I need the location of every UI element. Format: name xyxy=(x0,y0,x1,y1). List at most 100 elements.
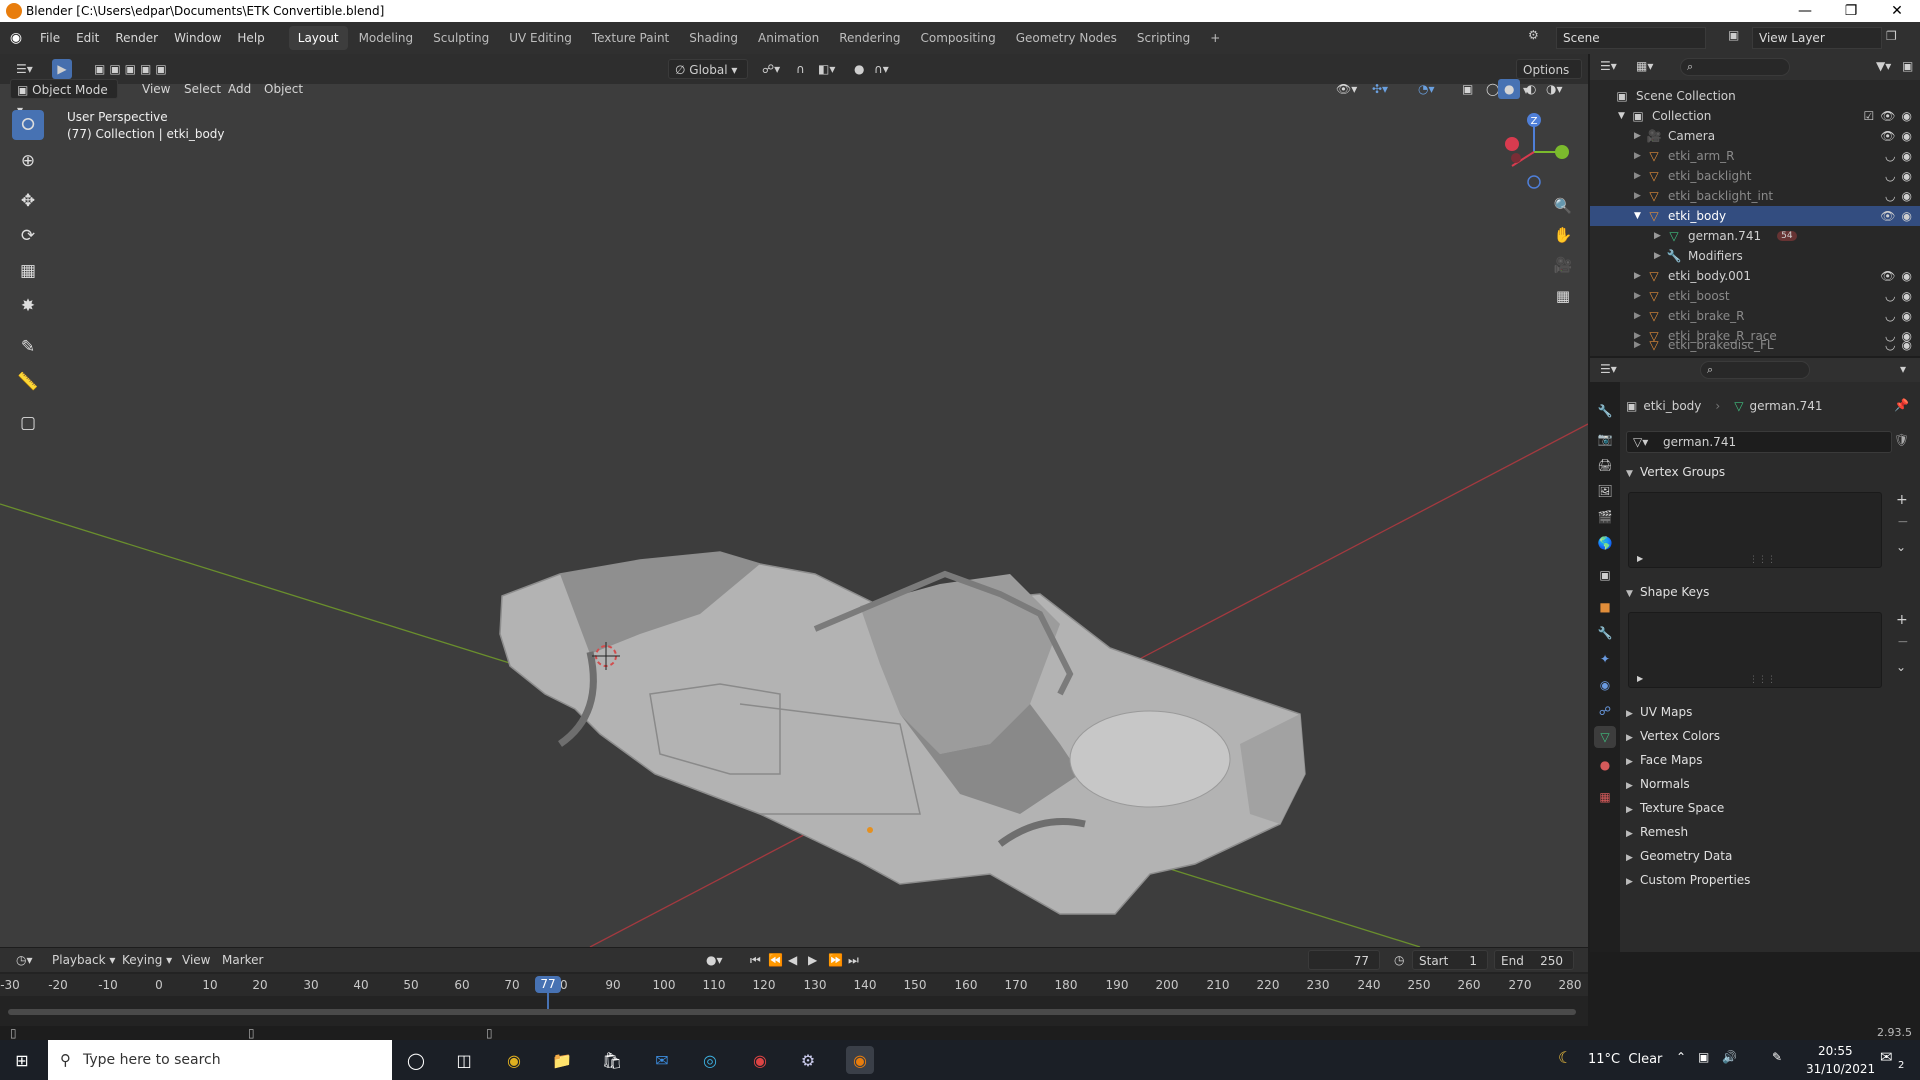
steam-icon[interactable]: ⚙ xyxy=(794,1046,822,1074)
mail-icon[interactable]: ✉ xyxy=(648,1046,676,1074)
row-visibility[interactable]: ◡ ◉ xyxy=(1885,338,1912,352)
scene-type-icon[interactable]: ⚙ xyxy=(1528,28,1539,42)
camera-icon[interactable]: ◉ xyxy=(1902,309,1912,323)
timeline-menu-playback[interactable]: Playback ▾ xyxy=(46,950,121,970)
filter-icon[interactable]: ▼▾ xyxy=(1876,59,1891,73)
properties-search-input[interactable]: ⌕ xyxy=(1700,361,1810,379)
menu-help[interactable]: Help xyxy=(229,22,272,54)
object-tab-icon[interactable]: ■ xyxy=(1594,596,1616,618)
network-tray-icon[interactable]: ▣ xyxy=(1698,1050,1709,1064)
playhead-frame-badge[interactable]: 77 xyxy=(535,976,561,993)
list-resize-handle[interactable]: ⋮⋮⋮ xyxy=(1749,675,1776,685)
transform-orientation-dropdown[interactable]: ∅ Global ▾ xyxy=(668,59,748,79)
pin-icon[interactable]: 📌 xyxy=(1894,398,1909,412)
rendered-shading-icon[interactable]: ◑▾ xyxy=(1540,79,1569,99)
outliner-row-modifiers[interactable]: ▶ 🔧 Modifiers xyxy=(1590,246,1920,266)
camera-icon[interactable]: ◉ xyxy=(1902,109,1912,123)
preview-range-icon[interactable]: ◷ xyxy=(1388,950,1410,970)
snap-icon[interactable]: ∩ xyxy=(790,59,811,79)
expand-icon[interactable]: ▶ xyxy=(1634,340,1646,350)
hidden-eye-icon[interactable]: ◡ xyxy=(1885,338,1895,352)
shape-keys-list[interactable]: ▶ ⋮⋮⋮ xyxy=(1628,612,1882,688)
outliner-row-scene-collection[interactable]: ▣ Scene Collection xyxy=(1590,86,1920,106)
clock-time[interactable]: 20:55 xyxy=(1818,1044,1853,1058)
row-visibility[interactable]: ◡ ◉ xyxy=(1885,289,1912,303)
camera-icon[interactable]: ◉ xyxy=(1902,169,1912,183)
mesh-datablock-field[interactable]: ▽▾ german.741 xyxy=(1626,431,1892,453)
outliner-row-etki-body-001[interactable]: ▶ ▽ etki_body.001 👁 ◉ xyxy=(1590,266,1920,286)
task-view-icon[interactable]: ◫ xyxy=(450,1046,478,1074)
row-visibility[interactable]: 👁 ◉ xyxy=(1880,129,1912,143)
gizmo-toggle-icon[interactable]: ✣▾ xyxy=(1366,79,1394,99)
current-frame-field[interactable]: 77 xyxy=(1308,950,1380,970)
expand-icon[interactable]: ▶ xyxy=(1654,251,1666,261)
auto-keying-icon[interactable]: ●▾ xyxy=(700,950,729,970)
selection-mode-icons[interactable]: ▣▣▣▣▣ xyxy=(88,59,177,79)
restore-icon[interactable]: ❐ xyxy=(1828,0,1874,22)
select-tool-icon[interactable]: ⭘ xyxy=(12,110,44,140)
outliner-row-etki-backlight[interactable]: ▶ ▽ etki_backlight ◡ ◉ xyxy=(1590,166,1920,186)
cursor-tool-icon[interactable]: ⊕ xyxy=(12,146,44,176)
expand-collection-icon[interactable]: ▼ xyxy=(1618,111,1630,121)
vertex-groups-list[interactable]: ▶ ⋮⋮⋮ xyxy=(1628,492,1882,568)
menu-window[interactable]: Window xyxy=(166,22,229,54)
panel-shape-keys[interactable]: ▼ Shape Keys xyxy=(1626,581,1906,603)
row-visibility[interactable]: 👁 ◉ xyxy=(1880,269,1912,283)
panel-face-maps[interactable]: ▶ Face Maps xyxy=(1626,749,1906,771)
menu-edit[interactable]: Edit xyxy=(68,22,107,54)
outliner-row-collection[interactable]: ▼ ▣ Collection ☑ 👁 ◉ xyxy=(1590,106,1920,126)
camera-icon[interactable]: ◉ xyxy=(1902,289,1912,303)
blender-taskbar-icon[interactable]: ◉ xyxy=(846,1046,874,1074)
viewport-menu-object[interactable]: Object xyxy=(258,79,309,99)
add-cube-tool-icon[interactable]: ▢ xyxy=(12,408,44,438)
rotate-tool-icon[interactable]: ⟳ xyxy=(12,221,44,251)
tab-texture-paint[interactable]: Texture Paint xyxy=(583,26,678,50)
move-tool-icon[interactable]: ✥ xyxy=(12,186,44,216)
camera-icon[interactable]: ◉ xyxy=(1902,338,1912,352)
options-dropdown[interactable]: Options ▾ xyxy=(1516,59,1582,97)
editor-type-icon[interactable]: ☰▾ xyxy=(10,59,39,79)
file-explorer-icon[interactable]: 📁 xyxy=(548,1046,576,1074)
timeline-menu-keying[interactable]: Keying ▾ xyxy=(116,950,178,970)
view-layer-icon[interactable]: ▣ xyxy=(1728,28,1739,42)
expand-icon[interactable]: ▶ xyxy=(1634,131,1646,141)
pen-tray-icon[interactable]: ✎ xyxy=(1772,1050,1782,1064)
visibility-filter-icon[interactable]: 👁▾ xyxy=(1330,79,1363,99)
add-workspace-icon[interactable]: + xyxy=(1201,26,1229,50)
transform-tool-icon[interactable]: ✸ xyxy=(12,291,44,321)
snap-target-icon[interactable]: ◧▾ xyxy=(812,59,841,79)
checkbox-icon[interactable]: ☑ xyxy=(1864,109,1875,123)
overlays-toggle-icon[interactable]: ◔▾ xyxy=(1412,79,1441,99)
tab-shading[interactable]: Shading xyxy=(680,26,747,50)
timeline-menu-marker[interactable]: Marker xyxy=(216,950,269,970)
camera-icon[interactable]: ◉ xyxy=(1902,189,1912,203)
volume-tray-icon[interactable]: 🔊 xyxy=(1722,1050,1737,1064)
hidden-eye-icon[interactable]: ◡ xyxy=(1885,149,1895,163)
outliner-editor-icon[interactable]: ☰▾ xyxy=(1600,59,1617,73)
row-visibility[interactable]: ◡ ◉ xyxy=(1885,149,1912,163)
eye-icon[interactable]: 👁 xyxy=(1880,129,1895,143)
blender-menu-icon[interactable]: ◉ xyxy=(0,30,32,46)
expand-icon[interactable]: ▶ xyxy=(1634,191,1646,201)
outliner-row-etki-arm-r[interactable]: ▶ ▽ etki_arm_R ◡ ◉ xyxy=(1590,146,1920,166)
eye-icon[interactable]: 👁 xyxy=(1880,109,1895,123)
outliner-row-etki-body[interactable]: ▼ ▽ etki_body 👁 ◉ xyxy=(1590,206,1920,226)
solid-shading-icon[interactable]: ● xyxy=(1498,79,1521,99)
panel-geometry-data[interactable]: ▶ Geometry Data xyxy=(1626,845,1906,867)
start-frame-field[interactable]: Start 1 xyxy=(1412,950,1488,970)
camera-icon[interactable]: ◉ xyxy=(1902,269,1912,283)
scene-selector[interactable]: Scene xyxy=(1556,27,1706,49)
chrome-profile-icon[interactable]: ◉ xyxy=(746,1046,774,1074)
tab-scripting[interactable]: Scripting xyxy=(1128,26,1199,50)
tab-animation[interactable]: Animation xyxy=(749,26,828,50)
eye-icon[interactable]: 👁 xyxy=(1880,269,1895,283)
hidden-eye-icon[interactable]: ◡ xyxy=(1885,189,1895,203)
panel-texture-space[interactable]: ▶ Texture Space xyxy=(1626,797,1906,819)
tab-rendering[interactable]: Rendering xyxy=(830,26,909,50)
mesh-datablock-icon[interactable]: ▽▾ xyxy=(1633,432,1648,452)
hidden-eye-icon[interactable]: ◡ xyxy=(1885,309,1895,323)
material-tab-icon[interactable]: ● xyxy=(1594,754,1616,776)
navigation-gizmo[interactable]: Z xyxy=(1494,108,1574,198)
render-tab-icon[interactable]: 📷 xyxy=(1594,428,1616,450)
timeline-scrollbar[interactable] xyxy=(8,1009,1576,1015)
